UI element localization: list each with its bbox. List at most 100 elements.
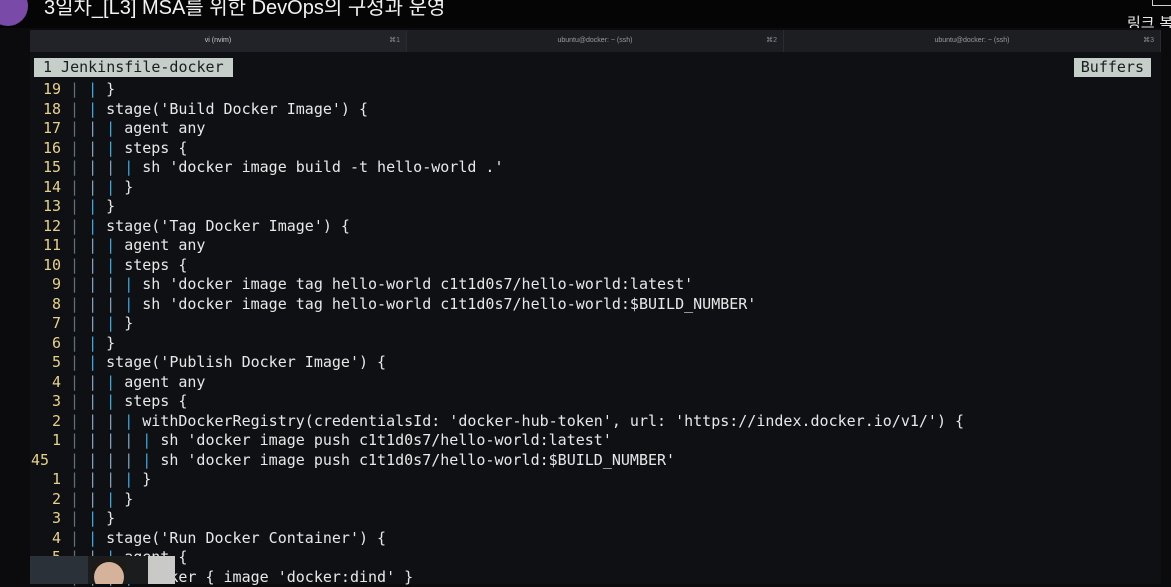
indent-guide: | [106, 392, 124, 410]
indent-guide: | [70, 256, 88, 274]
code-text: } [124, 314, 133, 332]
code-line[interactable]: 19| | } [30, 80, 1161, 100]
code-line[interactable]: 2| | | | withDockerRegistry(credentialsI… [30, 412, 1161, 432]
indent-guide: | [70, 139, 88, 157]
line-number: 18 [30, 100, 70, 120]
code-line[interactable]: 4| | | agent any [30, 373, 1161, 393]
code-text: sh 'docker image push c1t1d0s7/hello-wor… [160, 431, 612, 449]
code-line[interactable]: 14| | | } [30, 178, 1161, 198]
indent-guide: | [106, 470, 124, 488]
indent-guide: | [142, 431, 160, 449]
indent-guide: | [88, 178, 106, 196]
indent-guide: | [70, 275, 88, 293]
indent-guide: | [88, 392, 106, 410]
buffer-tab-jenkinsfile[interactable]: 1 Jenkinsfile-docker [34, 58, 233, 77]
code-line[interactable]: 17| | | agent any [30, 119, 1161, 139]
overlay-icon[interactable] [1152, 0, 1171, 6]
nvim-editor[interactable]: 1 Jenkinsfile-docker Buffers 19| | }18| … [30, 52, 1161, 584]
line-number: 13 [30, 197, 70, 217]
indent-guide: | [106, 119, 124, 137]
indent-guide: | [124, 275, 142, 293]
terminal-tab-3[interactable]: ubuntu@docker: ~ (ssh)⌘3 [784, 30, 1161, 52]
code-line[interactable]: 6| | | | docker { image 'docker:dind' } [30, 568, 1161, 587]
code-line[interactable]: 6| | } [30, 334, 1161, 354]
code-area[interactable]: 19| | }18| | stage('Build Docker Image')… [30, 80, 1161, 587]
indent-guide: | [88, 509, 106, 527]
copy-link-label[interactable]: 링크 복 [1127, 12, 1171, 28]
code-text: } [142, 470, 151, 488]
indent-guide: | [70, 158, 88, 176]
indent-guide: | [124, 451, 142, 469]
line-number: 1 [30, 431, 70, 451]
code-text: steps { [124, 139, 187, 157]
code-line[interactable]: 15| | | | sh 'docker image build -t hell… [30, 158, 1161, 178]
code-text: } [106, 80, 115, 98]
indent-guide: | [70, 431, 88, 449]
line-number: 12 [30, 217, 70, 237]
code-line[interactable]: 11| | | agent any [30, 236, 1161, 256]
video-title-bar: 3일차_[L3] MSA를 위한 DevOps의 구성과 운영 링크 복 [0, 0, 1171, 28]
indent-guide: | [124, 470, 142, 488]
code-line[interactable]: 12| | stage('Tag Docker Image') { [30, 217, 1161, 237]
indent-guide: | [124, 295, 142, 313]
code-text: docker { image 'docker:dind' } [142, 568, 413, 586]
indent-guide: | [88, 314, 106, 332]
line-number: 9 [30, 275, 70, 295]
terminal-tab-2[interactable]: ubuntu@docker: ~ (ssh)⌘2 [407, 30, 784, 52]
video-title: 3일차_[L3] MSA를 위한 DevOps의 구성과 운영 [44, 0, 445, 20]
code-line[interactable]: 5| | | agent { [30, 548, 1161, 568]
indent-guide: | [88, 139, 106, 157]
terminal-tab-1[interactable]: vi (nvim)⌘1 [30, 30, 407, 52]
code-text: } [106, 509, 115, 527]
indent-guide: | [124, 158, 142, 176]
indent-guide: | [70, 412, 88, 430]
code-text: } [124, 178, 133, 196]
indent-guide: | [88, 256, 106, 274]
tab-label: vi (nvim) [205, 37, 231, 44]
indent-guide: | [88, 217, 106, 235]
code-line[interactable]: 2| | | } [30, 490, 1161, 510]
code-line[interactable]: 18| | stage('Build Docker Image') { [30, 100, 1161, 120]
code-line[interactable]: 1| | | | } [30, 470, 1161, 490]
code-line[interactable]: 10| | | steps { [30, 256, 1161, 276]
code-line[interactable]: 45| | | | | sh 'docker image push c1t1d0… [30, 451, 1161, 471]
indent-guide: | [106, 431, 124, 449]
code-line[interactable]: 1| | | | | sh 'docker image push c1t1d0s… [30, 431, 1161, 451]
code-line[interactable]: 3| | } [30, 509, 1161, 529]
indent-guide: | [70, 100, 88, 118]
code-text: } [124, 490, 133, 508]
indent-guide: | [106, 295, 124, 313]
code-line[interactable]: 13| | } [30, 197, 1161, 217]
indent-guide: | [70, 334, 88, 352]
tab-label: ubuntu@docker: ~ (ssh) [557, 37, 632, 44]
code-text: withDockerRegistry(credentialsId: 'docke… [142, 412, 964, 430]
code-line[interactable]: 9| | | | sh 'docker image tag hello-worl… [30, 275, 1161, 295]
indent-guide: | [88, 529, 106, 547]
code-line[interactable]: 3| | | steps { [30, 392, 1161, 412]
code-line[interactable]: 7| | | } [30, 314, 1161, 334]
indent-guide: | [70, 470, 88, 488]
indent-guide: | [70, 314, 88, 332]
line-number: 2 [30, 412, 70, 432]
code-line[interactable]: 5| | stage('Publish Docker Image') { [30, 353, 1161, 373]
code-text: agent any [124, 236, 205, 254]
tab-shortcut: ⌘3 [1143, 30, 1154, 52]
code-line[interactable]: 4| | stage('Run Docker Container') { [30, 529, 1161, 549]
indent-guide: | [106, 256, 124, 274]
indent-guide: | [106, 373, 124, 391]
indent-guide: | [106, 490, 124, 508]
code-text: agent any [124, 373, 205, 391]
code-line[interactable]: 8| | | | sh 'docker image tag hello-worl… [30, 295, 1161, 315]
code-text: stage('Tag Docker Image') { [106, 217, 350, 235]
line-number: 19 [30, 80, 70, 100]
code-line[interactable]: 16| | | steps { [30, 139, 1161, 159]
indent-guide: | [142, 451, 160, 469]
channel-avatar[interactable] [0, 0, 28, 26]
indent-guide: | [88, 119, 106, 137]
line-number: 1 [30, 470, 70, 490]
indent-guide: | [88, 470, 106, 488]
indent-guide: | [70, 236, 88, 254]
terminal-tab-bar: vi (nvim)⌘1ubuntu@docker: ~ (ssh)⌘2ubunt… [30, 30, 1161, 52]
indent-guide: | [88, 353, 106, 371]
indent-guide: | [70, 392, 88, 410]
